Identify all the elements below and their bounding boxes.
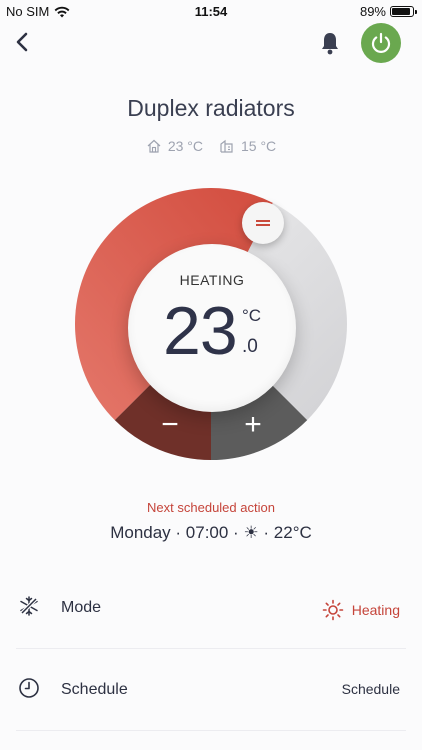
outdoor-temp-value: 15 °C — [241, 138, 277, 154]
setpoint-unit: °C — [242, 306, 262, 325]
power-icon — [371, 32, 391, 53]
power-button[interactable] — [361, 23, 401, 63]
setpoint-decimal: .0 — [242, 336, 258, 357]
mode-label: HEATING — [179, 272, 245, 288]
outdoor-building-icon — [220, 139, 233, 153]
indoor-temp: 23 °C — [146, 138, 203, 154]
battery-level — [392, 8, 410, 15]
battery-icon — [390, 6, 417, 17]
setpoint-integer: 23 — [163, 293, 238, 369]
mode-row[interactable]: Mode Heating — [16, 567, 406, 649]
mode-value-text: Heating — [351, 602, 400, 618]
clock: 11:54 — [194, 4, 228, 19]
page-title: Duplex radiators — [127, 95, 295, 121]
next-action-value: Monday · 07:00 · ☀ · 22°C — [110, 523, 312, 542]
schedule-value[interactable]: Schedule — [342, 681, 400, 697]
increase-button[interactable]: + — [238, 410, 268, 440]
next-action-label: Next scheduled action — [147, 500, 275, 515]
battery-status: 89% — [359, 4, 417, 19]
temperature-readouts: 23 °C 15 °C — [0, 138, 422, 154]
decrease-button[interactable]: − — [155, 410, 185, 440]
back-icon[interactable] — [12, 30, 34, 54]
snowflake-sun-icon — [20, 596, 38, 616]
battery-percent: 89% — [359, 4, 386, 19]
sun-icon — [322, 599, 344, 621]
outdoor-temp: 15 °C — [219, 138, 276, 154]
clock-icon — [19, 678, 39, 698]
temperature-knob: HEATING 23 °C .0 — [128, 244, 296, 412]
handle-grip-icon — [256, 218, 270, 228]
schedule-value-text: Schedule — [341, 681, 400, 697]
house-icon — [147, 139, 161, 153]
schedule-label-text: Schedule — [61, 681, 128, 698]
setpoint-handle[interactable] — [242, 202, 284, 244]
schedule-row[interactable]: Schedule Schedule — [16, 649, 406, 731]
bell-icon[interactable] — [318, 30, 342, 56]
mode-label-text: Mode — [61, 599, 102, 616]
status-bar: No SIM 11:54 89% — [0, 0, 422, 22]
mode-value[interactable]: Heating — [322, 599, 400, 621]
indoor-temp-value: 23 °C — [167, 138, 203, 154]
